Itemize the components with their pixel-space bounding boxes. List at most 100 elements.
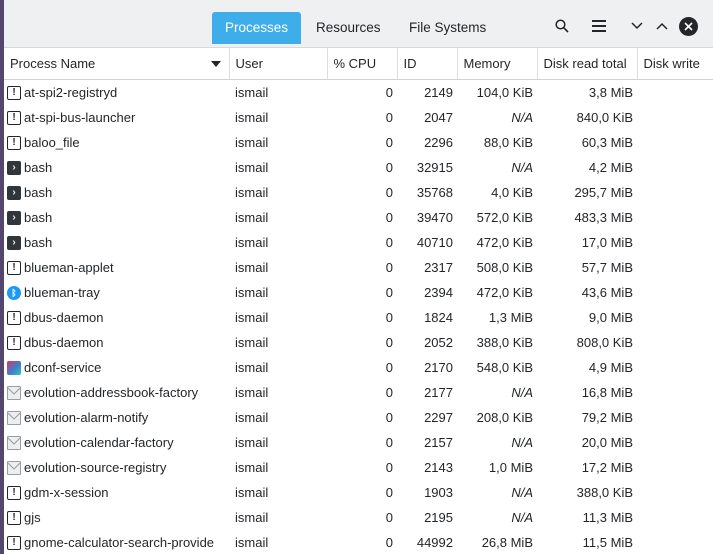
table-row[interactable]: evolution-source-registry ismail 0 2143 1,0 …: [4, 455, 713, 480]
column-header-memory[interactable]: Memory: [457, 48, 538, 80]
cpu-cell: 0: [385, 135, 393, 150]
disk-read-cell: 43,6 MiB: [581, 285, 633, 300]
process-name: baloo_file: [24, 135, 80, 150]
disk-write-cell: 36,: [637, 380, 713, 405]
column-header-id[interactable]: ID: [397, 48, 458, 80]
cpu-cell: 0: [385, 285, 393, 300]
tab-file-systems[interactable]: File Systems: [396, 12, 499, 44]
process-name: evolution-addressbook-factory: [24, 385, 199, 400]
disk-read-cell: 17,0 MiB: [581, 235, 633, 250]
id-cell: 2177: [424, 385, 453, 400]
id-cell: 2143: [424, 460, 453, 475]
table-row[interactable]: ! blueman-applet ismail 0 2317 508,0 KiB 57,7 …: [4, 255, 713, 280]
cpu-cell: 0: [385, 460, 393, 475]
menu-icon[interactable]: [588, 15, 610, 37]
id-cell: 35768: [416, 185, 453, 200]
column-header-process-name[interactable]: Process Name: [4, 48, 230, 80]
process-name-cell: ! gjs: [4, 505, 229, 530]
table-row[interactable]: › bash ismail 0 32915 N/A 4,2 MiB: [4, 155, 713, 180]
id-cell: 2170: [424, 360, 453, 375]
disk-write-cell: 4,: [637, 280, 713, 305]
chevron-down-icon[interactable]: [626, 15, 648, 37]
process-name-cell: dconf-service: [4, 355, 229, 380]
disk-write-cell: [637, 155, 713, 180]
system-monitor-window: Processes Resources File Systems Process…: [4, 0, 713, 554]
user-cell: ismail: [235, 385, 269, 400]
search-icon[interactable]: [551, 15, 573, 37]
process-name: at-spi2-registryd: [24, 85, 118, 100]
disk-write-cell: [637, 505, 713, 530]
column-header-user[interactable]: User: [229, 48, 328, 80]
column-header-disk-write[interactable]: Disk write: [637, 48, 713, 80]
table-row[interactable]: ! gnome-calculator-search-provide ismail 0 4…: [4, 530, 713, 554]
tab-processes[interactable]: Processes: [212, 12, 302, 44]
process-name: dconf-service: [24, 360, 102, 375]
disk-write-cell: [637, 80, 713, 106]
process-name-cell: evolution-source-registry: [4, 455, 229, 480]
close-icon[interactable]: [679, 17, 698, 36]
mail-icon: [7, 385, 21, 400]
cpu-cell: 0: [385, 360, 393, 375]
table-row[interactable]: ! at-spi-bus-launcher ismail 0 2047 N/A 840,0 …: [4, 105, 713, 130]
table-row[interactable]: evolution-alarm-notify ismail 0 2297 208,0 K…: [4, 405, 713, 430]
process-name: evolution-source-registry: [24, 460, 167, 475]
process-name-cell: ! baloo_file: [4, 130, 229, 155]
user-cell: ismail: [235, 85, 269, 100]
column-header-disk-read-total[interactable]: Disk read total: [537, 48, 638, 80]
table-row[interactable]: dconf-service ismail 0 2170 548,0 KiB 4,9 MiB…: [4, 355, 713, 380]
user-cell: ismail: [235, 185, 269, 200]
process-name-cell: ᛒ blueman-tray: [4, 280, 229, 305]
disk-write-cell: 205,4: [637, 180, 713, 205]
column-header-cpu[interactable]: % CPU: [327, 48, 398, 80]
id-cell: 1903: [424, 485, 453, 500]
table-row[interactable]: evolution-addressbook-factory ismail 0 2177…: [4, 380, 713, 405]
disk-read-cell: 295,7 MiB: [574, 185, 633, 200]
memory-cell: N/A: [511, 110, 533, 125]
cpu-cell: 0: [385, 235, 393, 250]
memory-cell: 388,0 KiB: [476, 335, 533, 350]
table-row[interactable]: ᛒ blueman-tray ismail 0 2394 472,0 KiB 43,6 Mi…: [4, 280, 713, 305]
id-cell: 2047: [424, 110, 453, 125]
disk-write-cell: [637, 530, 713, 554]
process-name-cell: › bash: [4, 180, 229, 205]
disk-write-cell: [637, 105, 713, 130]
cpu-cell: 0: [385, 160, 393, 175]
table-header-row: Process Name User % CPU ID Memory Disk r…: [4, 48, 713, 80]
process-name-cell: ! dbus-daemon: [4, 305, 229, 330]
table-row[interactable]: ! dbus-daemon ismail 0 1824 1,3 MiB 9,0 MiB: [4, 305, 713, 330]
tab-resources[interactable]: Resources: [303, 12, 394, 44]
table-row[interactable]: ! dbus-daemon ismail 0 2052 388,0 KiB 808,0 Ki…: [4, 330, 713, 355]
cpu-cell: 0: [385, 535, 393, 550]
application-icon: !: [7, 510, 21, 525]
id-cell: 32915: [416, 160, 453, 175]
terminal-icon: ›: [7, 235, 21, 250]
process-name-cell: › bash: [4, 155, 229, 180]
table-row[interactable]: ! gjs ismail 0 2195 N/A 11,3 MiB: [4, 505, 713, 530]
dconf-icon: [7, 360, 21, 375]
application-icon: !: [7, 335, 21, 350]
memory-cell: 548,0 KiB: [476, 360, 533, 375]
table-row[interactable]: evolution-calendar-factory ismail 0 2157 N/A…: [4, 430, 713, 455]
disk-read-cell: 16,8 MiB: [581, 385, 633, 400]
table-row[interactable]: ! gdm-x-session ismail 0 1903 N/A 388,0 KiB: [4, 480, 713, 505]
process-name: gdm-x-session: [24, 485, 109, 500]
table-row[interactable]: !baloo_file ismail 0 2296 88,0 KiB 60,3 MiB 92…: [4, 130, 713, 155]
disk-read-cell: 20,0 MiB: [581, 435, 633, 450]
table-row[interactable]: ! at-spi2-registryd ismail 0 2149 104,0 KiB 3,…: [4, 80, 713, 106]
process-name: gnome-calculator-search-provide: [24, 535, 215, 550]
header-bar: Processes Resources File Systems: [4, 0, 713, 48]
terminal-icon: ›: [7, 185, 21, 200]
disk-read-cell: 11,3 MiB: [582, 510, 633, 525]
table-row[interactable]: ›bash ismail 0 39470 572,0 KiB 483,3 MiB 201,2: [4, 205, 713, 230]
memory-cell: N/A: [511, 435, 533, 450]
process-name: bash: [24, 235, 53, 250]
cpu-cell: 0: [385, 435, 393, 450]
cpu-cell: 0: [385, 85, 393, 100]
table-row[interactable]: ›bash ismail 0 35768 4,0 KiB 295,7 MiB 205,4: [4, 180, 713, 205]
chevron-up-icon[interactable]: [651, 15, 673, 37]
terminal-icon: ›: [7, 210, 21, 225]
process-name-cell: ! gdm-x-session: [4, 480, 229, 505]
user-cell: ismail: [235, 135, 269, 150]
memory-cell: 472,0 KiB: [476, 285, 533, 300]
table-row[interactable]: › bash ismail 0 40710 472,0 KiB 17,0 MiB: [4, 230, 713, 255]
